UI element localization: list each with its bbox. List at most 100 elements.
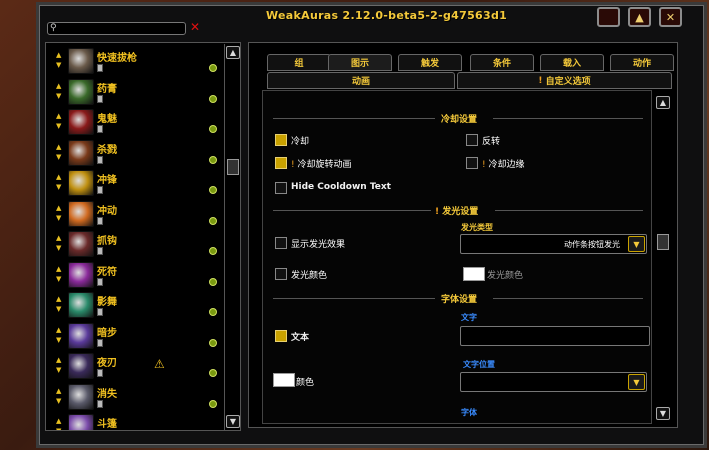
scroll-thumb[interactable] [657, 234, 669, 250]
cooldown-edge-checkbox[interactable] [466, 157, 478, 169]
tab-1[interactable]: 图示 [328, 54, 392, 71]
search-input[interactable]: ⚲ [47, 22, 186, 35]
tab-3[interactable]: 条件 [470, 54, 534, 71]
aura-list-item[interactable]: ▲ ▼ 影舞 [46, 290, 224, 320]
document-icon[interactable] [97, 186, 103, 194]
move-down-icon[interactable]: ▼ [56, 275, 61, 283]
visibility-icon[interactable] [209, 399, 217, 408]
show-glow-checkbox[interactable] [275, 237, 287, 249]
scroll-up-button[interactable]: ▲ [226, 46, 240, 59]
scroll-thumb[interactable] [227, 159, 239, 175]
text-position-dropdown[interactable]: ▼ [460, 372, 647, 392]
clear-search-button[interactable]: ✕ [190, 20, 200, 34]
minimize-button[interactable] [597, 7, 620, 27]
move-down-icon[interactable]: ▼ [56, 123, 61, 130]
move-down-icon[interactable]: ▼ [56, 336, 61, 344]
move-down-icon[interactable]: ▼ [56, 397, 61, 405]
aura-list-item[interactable]: ▲ ▼ 药膏 [46, 77, 224, 107]
move-down-icon[interactable]: ▼ [56, 184, 61, 191]
move-up-icon[interactable]: ▲ [56, 387, 61, 395]
move-up-icon[interactable]: ▲ [56, 52, 61, 59]
text-color-swatch[interactable] [273, 373, 295, 387]
tab-4[interactable]: 载入 [540, 54, 604, 71]
document-icon[interactable] [97, 125, 103, 133]
close-button[interactable]: ✕ [659, 7, 682, 27]
aura-list-item[interactable]: ▲ ▼ 冲动 [46, 199, 224, 229]
visibility-icon[interactable] [209, 430, 217, 431]
chevron-down-icon[interactable]: ▼ [628, 236, 645, 252]
collapse-button[interactable]: ▲ [628, 7, 651, 27]
scroll-down-button[interactable]: ▼ [656, 407, 670, 420]
visibility-icon[interactable] [209, 338, 217, 347]
tab-2[interactable]: 触发 [398, 54, 462, 71]
document-icon[interactable] [97, 399, 103, 408]
document-icon[interactable] [97, 369, 103, 377]
aura-list-item[interactable]: ▲ ▼ 冲锋 [46, 168, 224, 198]
document-icon[interactable] [97, 216, 103, 225]
visibility-icon[interactable] [209, 125, 217, 133]
move-up-icon[interactable]: ▲ [56, 143, 61, 151]
tab-0[interactable]: 组 [267, 54, 331, 71]
document-icon[interactable] [97, 338, 103, 347]
move-down-icon[interactable]: ▼ [56, 428, 61, 431]
move-up-icon[interactable]: ▲ [56, 174, 61, 181]
options-scrollbar[interactable]: ▲ ▼ [655, 94, 671, 422]
move-up-icon[interactable]: ▲ [56, 357, 61, 364]
aura-list-item[interactable]: ▲ ▼ 消失 [46, 382, 224, 412]
aura-list-item[interactable]: ▲ ▼ 快速拔枪 [46, 46, 224, 76]
document-icon[interactable] [97, 64, 103, 72]
reverse-checkbox[interactable] [466, 134, 478, 146]
visibility-icon[interactable] [209, 186, 217, 194]
move-up-icon[interactable]: ▲ [56, 265, 61, 273]
cooldown-checkbox[interactable] [275, 134, 287, 146]
visibility-icon[interactable] [209, 369, 217, 377]
move-up-icon[interactable]: ▲ [56, 418, 61, 425]
document-icon[interactable] [97, 247, 103, 255]
aura-list-item[interactable]: ▲ ▼ 杀戮 [46, 138, 224, 168]
glow-color-swatch[interactable] [463, 267, 485, 281]
move-down-icon[interactable]: ▼ [56, 153, 61, 161]
aura-list-item[interactable]: ▲ ▼ 暗步 [46, 321, 224, 351]
cooldown-swipe-checkbox[interactable] [275, 157, 287, 169]
visibility-icon[interactable] [209, 247, 217, 255]
tab-5[interactable]: 动作 [610, 54, 674, 71]
scroll-down-button[interactable]: ▼ [226, 415, 240, 428]
scroll-up-button[interactable]: ▲ [656, 96, 670, 109]
move-up-icon[interactable]: ▲ [56, 82, 61, 90]
text-input[interactable] [460, 326, 650, 346]
aura-list-item[interactable]: ▲ ▼ 抓钩 [46, 229, 224, 259]
glow-color-checkbox[interactable] [275, 268, 287, 280]
visibility-icon[interactable] [209, 216, 217, 225]
move-down-icon[interactable]: ▼ [56, 367, 61, 374]
visibility-icon[interactable] [209, 155, 217, 164]
aura-list-item[interactable]: ▲ ▼ 鬼魅 [46, 107, 224, 137]
move-up-icon[interactable]: ▲ [56, 113, 61, 120]
move-down-icon[interactable]: ▼ [56, 62, 61, 69]
move-up-icon[interactable]: ▲ [56, 326, 61, 334]
document-icon[interactable] [97, 308, 103, 316]
document-icon[interactable] [97, 277, 103, 286]
move-down-icon[interactable]: ▼ [56, 92, 61, 100]
document-icon[interactable] [97, 94, 103, 103]
aura-list-item[interactable]: ▲ ▼ 斗篷 [46, 412, 224, 431]
visibility-icon[interactable] [209, 64, 217, 72]
visibility-icon[interactable] [209, 277, 217, 286]
glow-type-dropdown[interactable]: 动作条按钮发光 ▼ [460, 234, 647, 254]
aura-list-item[interactable]: ▲ ▼ 夜刃 ⚠ [46, 351, 224, 381]
move-up-icon[interactable]: ▲ [56, 235, 61, 242]
visibility-icon[interactable] [209, 94, 217, 103]
move-up-icon[interactable]: ▲ [56, 296, 61, 303]
document-icon[interactable] [97, 430, 103, 431]
tab-row2-1[interactable]: ! 自定义选项 [457, 72, 672, 89]
move-down-icon[interactable]: ▼ [56, 245, 61, 252]
tab-row2-0[interactable]: 动画 [267, 72, 455, 89]
aura-list-item[interactable]: ▲ ▼ 死符 [46, 260, 224, 290]
chevron-down-icon[interactable]: ▼ [628, 374, 645, 390]
move-down-icon[interactable]: ▼ [56, 306, 61, 313]
visibility-icon[interactable] [209, 308, 217, 316]
document-icon[interactable] [97, 155, 103, 164]
move-up-icon[interactable]: ▲ [56, 204, 61, 212]
move-down-icon[interactable]: ▼ [56, 214, 61, 222]
aura-list-scrollbar[interactable]: ▲ ▼ [224, 44, 240, 431]
hide-cooldown-text-checkbox[interactable] [275, 182, 287, 194]
